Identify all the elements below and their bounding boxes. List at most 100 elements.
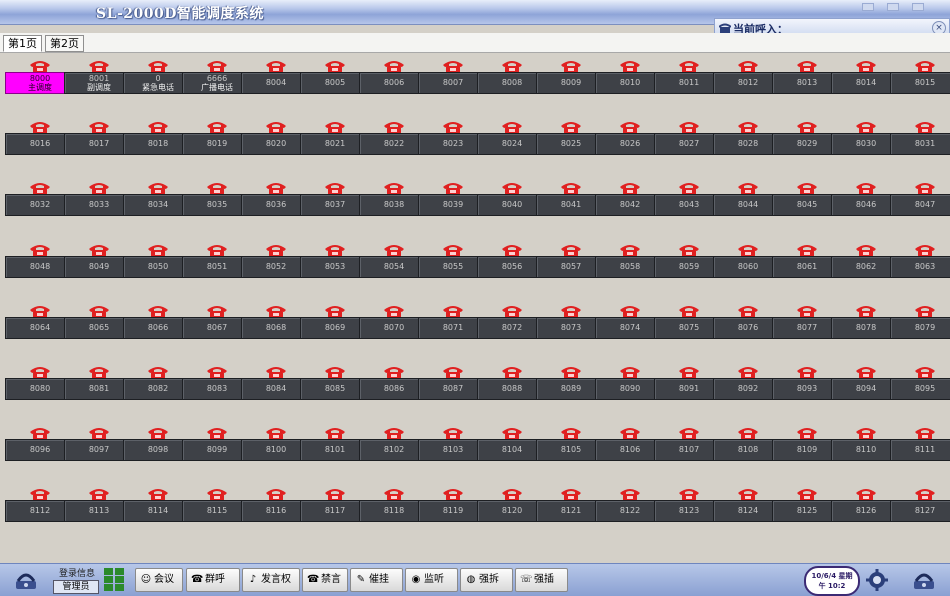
hangup-prompt-label: 催挂 (369, 574, 389, 585)
mute-button[interactable]: ☎ 禁言 (302, 568, 348, 592)
red-phone-icon (620, 367, 640, 379)
red-phone-icon (856, 183, 876, 195)
red-phone-icon (89, 428, 109, 440)
speaker-icon: ♪ (249, 574, 257, 585)
monitor-label: 监听 (424, 574, 444, 585)
red-phone-icon (266, 428, 286, 440)
red-phone-icon (620, 428, 640, 440)
exit-phone-icon[interactable] (912, 569, 938, 591)
meeting-icon: ☺ (140, 574, 152, 585)
red-phone-icon (443, 183, 463, 195)
red-phone-icon (620, 489, 640, 501)
red-phone-icon (384, 428, 404, 440)
red-phone-icon (738, 245, 758, 257)
meeting-button[interactable]: ☺ 会议 (135, 568, 183, 592)
red-phone-icon (502, 183, 522, 195)
force-release-button[interactable]: ◍ 强拆 (460, 568, 513, 592)
extension-number: 8063 (914, 262, 936, 271)
red-phone-icon (207, 122, 227, 134)
red-phone-icon (89, 367, 109, 379)
red-phone-icon (738, 61, 758, 73)
extension-number: 8111 (914, 445, 936, 454)
red-phone-icon (148, 489, 168, 501)
red-phone-icon (561, 428, 581, 440)
extension-tile[interactable]: 8015 (890, 57, 950, 94)
red-phone-icon (266, 183, 286, 195)
red-phone-icon (89, 122, 109, 134)
red-phone-icon (738, 489, 758, 501)
red-phone-icon (148, 61, 168, 73)
red-phone-icon (89, 245, 109, 257)
settings-gear-icon[interactable] (866, 569, 888, 591)
red-phone-icon (502, 489, 522, 501)
extension-label-box: 8031 (890, 133, 950, 155)
monitor-button[interactable]: ◉ 监听 (405, 568, 458, 592)
red-phone-icon (856, 428, 876, 440)
handset-icon[interactable] (14, 569, 40, 591)
extension-tile[interactable]: 8031 (890, 118, 950, 155)
red-phone-icon (620, 122, 640, 134)
hangup-prompt-button[interactable]: ✎ 催挂 (350, 568, 403, 592)
red-phone-icon (89, 489, 109, 501)
extension-tile[interactable]: 8079 (890, 302, 950, 339)
extension-tile[interactable]: 8111 (890, 424, 950, 461)
group-call-button[interactable]: ☎ 群呼 (186, 568, 240, 592)
force-insert-icon: ☏ (520, 574, 533, 585)
red-phone-icon (266, 245, 286, 257)
close-window-button[interactable] (912, 3, 924, 11)
red-phone-icon (561, 489, 581, 501)
extension-tile[interactable]: 8095 (890, 363, 950, 400)
red-phone-icon (502, 367, 522, 379)
red-phone-icon (89, 61, 109, 73)
red-phone-icon (325, 428, 345, 440)
red-phone-icon (502, 61, 522, 73)
maximize-button[interactable] (887, 3, 899, 11)
extension-label-box: 8015 (890, 72, 950, 94)
hangup-prompt-icon: ✎ (356, 574, 366, 585)
red-phone-icon (325, 183, 345, 195)
red-phone-icon (797, 306, 817, 318)
extension-tile[interactable]: 8063 (890, 241, 950, 278)
red-phone-icon (30, 489, 50, 501)
status-indicator-icon (104, 568, 124, 591)
speak-right-button[interactable]: ♪ 发言权 (242, 568, 300, 592)
extension-label-box: 8079 (890, 317, 950, 339)
red-phone-icon (30, 428, 50, 440)
red-phone-icon (856, 489, 876, 501)
red-phone-icon (325, 122, 345, 134)
red-phone-icon (738, 367, 758, 379)
red-phone-icon (443, 367, 463, 379)
red-phone-icon (207, 428, 227, 440)
meeting-label: 会议 (154, 574, 174, 585)
minimize-button[interactable] (862, 3, 874, 11)
extension-tile[interactable]: 8047 (890, 179, 950, 216)
red-phone-icon (915, 367, 935, 379)
red-phone-icon (207, 245, 227, 257)
force-insert-label: 强插 (534, 574, 554, 585)
red-phone-icon (915, 245, 935, 257)
red-phone-icon (620, 183, 640, 195)
extension-tile[interactable]: 8127 (890, 485, 950, 522)
red-phone-icon (561, 61, 581, 73)
red-phone-icon (30, 122, 50, 134)
red-phone-icon (620, 306, 640, 318)
red-phone-icon (738, 428, 758, 440)
red-phone-icon (266, 306, 286, 318)
red-phone-icon (325, 306, 345, 318)
red-phone-icon (915, 61, 935, 73)
red-phone-icon (797, 245, 817, 257)
red-phone-icon (502, 428, 522, 440)
date-time-display: 10/6/4 星期 午 10:2 (804, 566, 860, 596)
red-phone-icon (30, 183, 50, 195)
page-tabs: 第1页 第2页 (0, 33, 950, 53)
force-insert-button[interactable]: ☏强插 (515, 568, 568, 592)
red-phone-icon (384, 61, 404, 73)
red-phone-icon (561, 245, 581, 257)
red-phone-icon (620, 245, 640, 257)
red-phone-icon (443, 306, 463, 318)
tab-page-1[interactable]: 第1页 (3, 35, 42, 52)
tab-page-2[interactable]: 第2页 (45, 35, 84, 52)
red-phone-icon (856, 306, 876, 318)
group-call-label: 群呼 (205, 574, 225, 585)
red-phone-icon (384, 122, 404, 134)
